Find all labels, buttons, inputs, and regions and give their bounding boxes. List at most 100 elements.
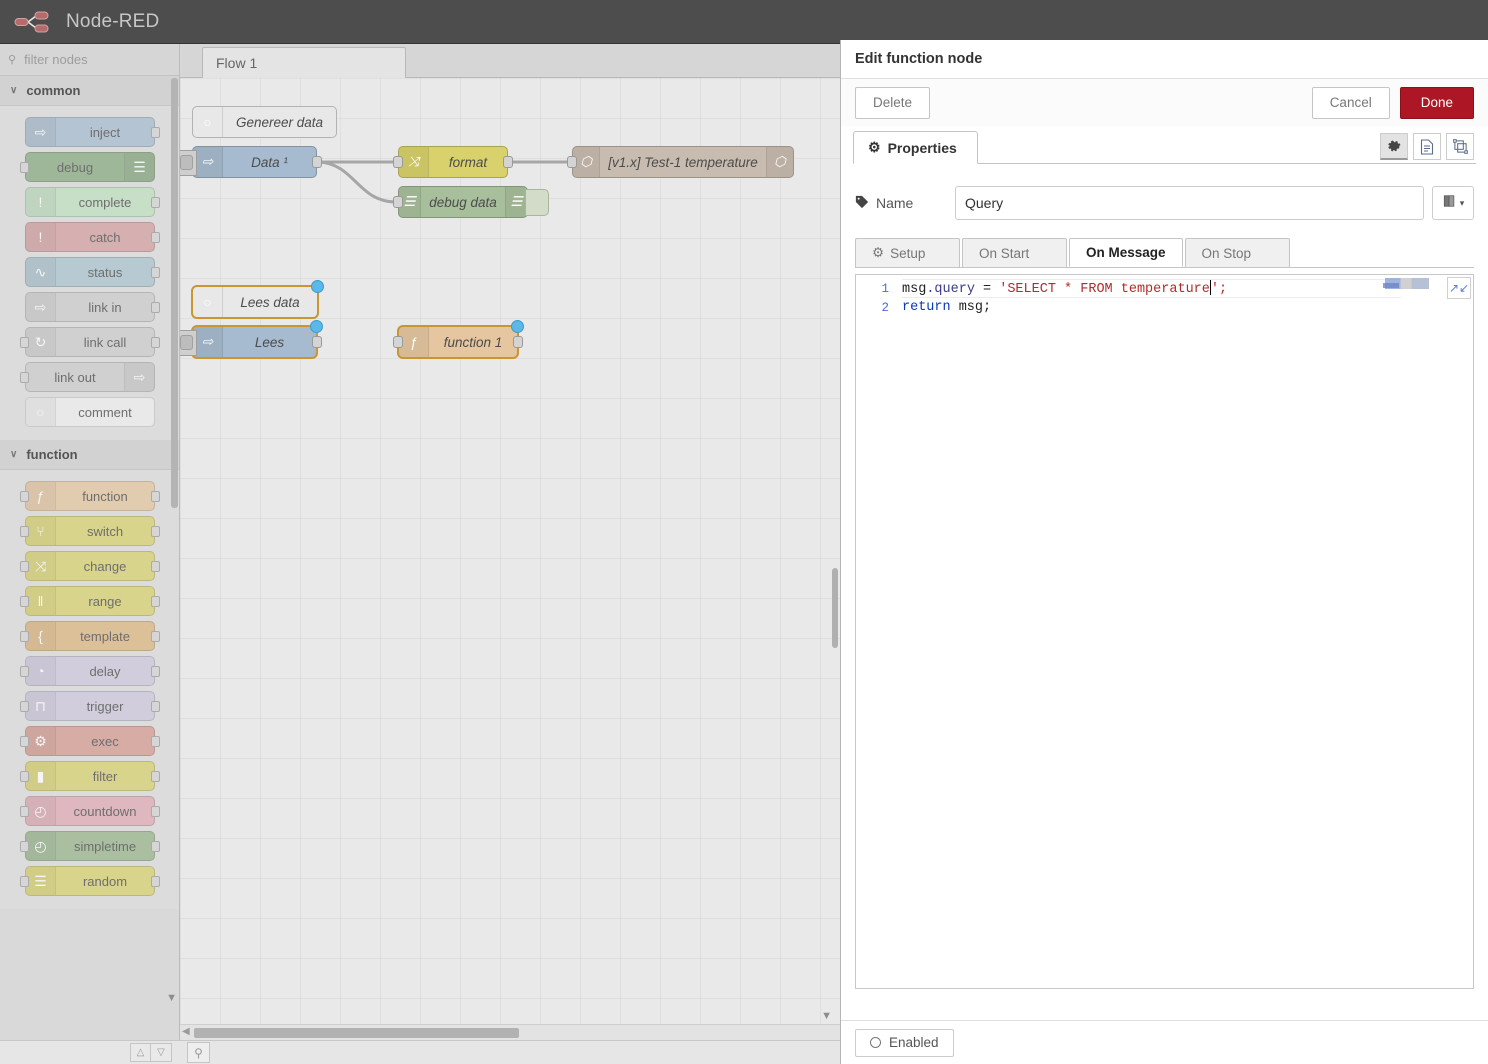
node-output-port[interactable] [151,736,160,747]
code-tab-on-stop[interactable]: On Stop [1184,238,1290,267]
node-output-port[interactable] [151,701,160,712]
palette-node-range[interactable]: ‖ range [20,586,160,616]
palette-node-link-call[interactable]: ↻ link call [20,327,160,357]
library-button[interactable]: ▾ [1432,186,1474,220]
node-input-port[interactable] [20,876,29,887]
node-input-port[interactable] [20,337,29,348]
scroll-left-icon[interactable]: ◀ [182,1026,190,1037]
node-output-port[interactable] [151,841,160,852]
palette-node-link-in[interactable]: ⇨ link in [25,292,160,322]
node-input-port[interactable] [567,156,577,168]
delete-button[interactable]: Delete [855,86,931,119]
flow-node-debug-data[interactable]: ☰ debug data ☰ [393,186,549,218]
palette-node-switch[interactable]: ⑂ switch [20,516,160,546]
node-output-port[interactable] [151,876,160,887]
cancel-button[interactable]: Cancel [1311,86,1390,119]
node-input-port[interactable] [393,336,403,348]
flow-node-test1-temp[interactable]: ⬡ [v1.x] Test-1 temperature ⬡ [567,146,794,178]
flow-node-function-1[interactable]: ƒ function 1 [393,320,524,358]
gear-icon[interactable] [1380,133,1408,160]
node-output-port[interactable] [151,596,160,607]
palette-scrollbar[interactable] [171,78,178,508]
code-tab-on-message[interactable]: On Message [1069,238,1183,267]
description-icon[interactable] [1413,133,1441,160]
node-output-port[interactable] [151,232,160,243]
palette-node-countdown[interactable]: ◴ countdown [20,796,160,826]
node-input-port[interactable] [20,372,29,383]
canvas-menu-caret-icon[interactable]: ▼ [821,1010,832,1022]
node-input-port[interactable] [20,701,29,712]
scroll-up-icon[interactable]: ▲ [168,76,178,79]
palette-category-function[interactable]: ∨ function [0,440,179,470]
node-output-port[interactable] [151,771,160,782]
palette-node-random[interactable]: ☰ random [20,866,160,896]
flow-node-lees-data[interactable]: ○ Lees data [192,280,324,318]
done-button[interactable]: Done [1399,86,1474,119]
node-output-port[interactable] [503,156,513,168]
debug-enable-button[interactable] [525,189,549,216]
palette-node-status[interactable]: ∿ status [25,257,160,287]
flow-canvas[interactable]: ○ Genereer data ⇨ Data ¹ ⤨ format ⬡ [v1.x] Test… [180,78,840,1040]
node-output-port[interactable] [151,526,160,537]
node-selection-handle[interactable] [511,320,524,333]
palette-node-inject[interactable]: ⇨ inject [25,117,160,147]
palette-category-common[interactable]: ∨ common [0,76,179,106]
code-tab-on-start[interactable]: On Start [962,238,1067,267]
node-output-port[interactable] [151,631,160,642]
palette-node-template[interactable]: {template [20,621,160,651]
palette-node-function[interactable]: ƒ function [20,481,160,511]
node-input-port[interactable] [20,841,29,852]
palette-node-comment[interactable]: ○ comment [25,397,155,427]
palette-node-link-out[interactable]: link out ⇨ [20,362,155,392]
node-input-port[interactable] [393,156,403,168]
node-output-port[interactable] [312,336,322,348]
expand-all-icon[interactable]: ▽ [151,1043,172,1062]
node-output-port[interactable] [151,267,160,278]
node-output-port[interactable] [151,491,160,502]
node-input-port[interactable] [20,631,29,642]
scroll-down-icon[interactable]: ▼ [166,992,177,1004]
palette-node-filter[interactable]: ▮ filter [20,761,160,791]
code-editor[interactable]: ↗↙ 1 msg.query = 'SELECT * FROM temperat… [855,274,1474,989]
node-output-port[interactable] [312,156,322,168]
app-logo[interactable]: Node-RED [0,10,159,34]
search-icon[interactable]: ⚲ [187,1042,210,1063]
node-output-port[interactable] [151,302,160,313]
flow-node-data-inject[interactable]: ⇨ Data ¹ [180,146,322,178]
appearance-icon[interactable] [1446,133,1474,160]
enabled-toggle-button[interactable]: Enabled [855,1028,954,1057]
palette-node-debug[interactable]: debug ☰ [20,152,155,182]
canvas-hscroll-thumb[interactable] [194,1028,519,1038]
palette-node-change[interactable]: ⤨ change [20,551,160,581]
node-output-port[interactable] [151,127,160,138]
node-input-port[interactable] [20,491,29,502]
flow-node-lees-inject[interactable]: ⇨ Lees [180,320,323,358]
node-input-port[interactable] [20,806,29,817]
palette-node-trigger[interactable]: ⊓ trigger [20,691,160,721]
palette-node-complete[interactable]: ! complete [25,187,160,217]
node-output-port[interactable] [151,337,160,348]
node-output-port[interactable] [151,197,160,208]
expand-editor-icon[interactable]: ↗↙ [1447,277,1471,299]
collapse-all-icon[interactable]: △ [130,1043,151,1062]
node-output-port[interactable] [151,561,160,572]
tab-properties[interactable]: ⚙ Properties [853,131,978,164]
palette-node-exec[interactable]: ⚙ exec [20,726,160,756]
node-input-port[interactable] [20,561,29,572]
palette-node-simpletime[interactable]: ◴ simpletime [20,831,160,861]
node-input-port[interactable] [20,162,29,173]
node-input-port[interactable] [20,666,29,677]
node-input-port[interactable] [20,596,29,607]
node-selection-handle[interactable] [310,320,323,333]
inject-trigger-button[interactable] [180,330,197,356]
tab-flow-1[interactable]: Flow 1 [202,47,406,78]
node-input-port[interactable] [393,196,403,208]
flow-node-format-change[interactable]: ⤨ format [393,146,513,178]
filter-nodes-input[interactable] [22,51,163,68]
name-input[interactable] [955,186,1424,220]
node-input-port[interactable] [20,526,29,537]
node-output-port[interactable] [151,806,160,817]
node-output-port[interactable] [513,336,523,348]
node-input-port[interactable] [20,771,29,782]
canvas-vertical-scrollbar[interactable] [832,568,838,648]
